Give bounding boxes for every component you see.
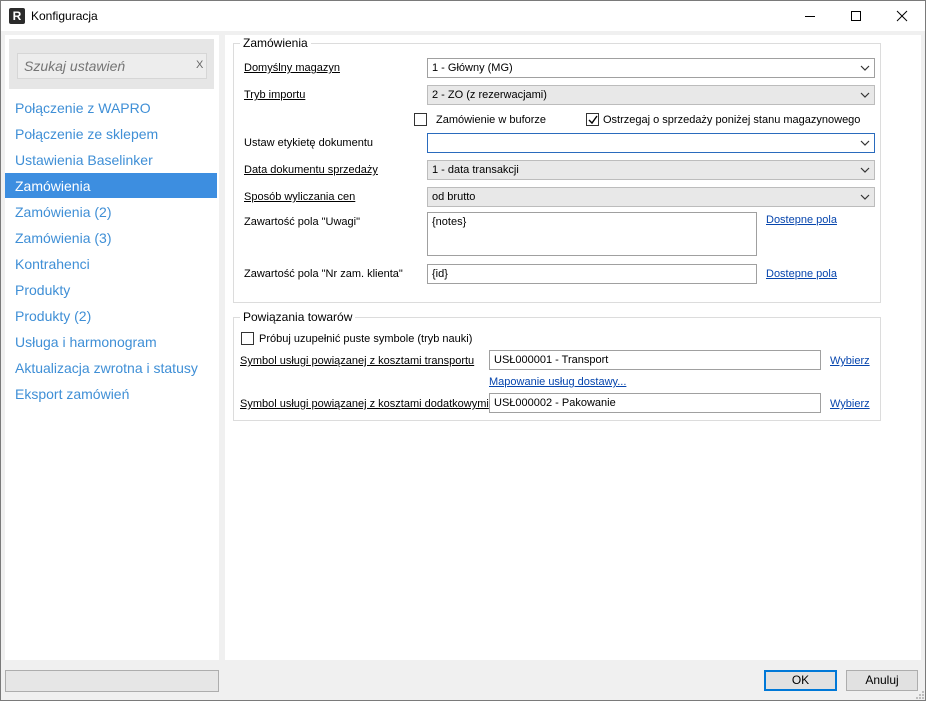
sidebar-item-produkty[interactable]: Produkty <box>5 277 217 302</box>
price-method-select[interactable]: od brutto <box>427 187 875 207</box>
app-logo-icon: R <box>9 8 25 24</box>
chevron-down-icon <box>860 140 870 146</box>
notes-field-label: Zawartość pola "Uwagi" <box>244 216 361 228</box>
transport-service-label: Symbol usługi powiązanej z kosztami tran… <box>240 355 475 367</box>
orders-group-title: Zamówienia <box>240 36 311 50</box>
warn-stock-checkbox-label: Ostrzegaj o sprzedaży poniżej stanu maga… <box>603 114 861 126</box>
minimize-icon <box>805 16 815 17</box>
client-order-no-label: Zawartość pola "Nr zam. klienta" <box>244 268 403 280</box>
default-warehouse-value: 1 - Główny (MG) <box>432 62 513 74</box>
close-icon <box>896 10 908 22</box>
transport-service-input[interactable]: USŁ000001 - Transport <box>489 350 821 370</box>
ok-button[interactable]: OK <box>764 670 837 691</box>
sale-date-select[interactable]: 1 - data transakcji <box>427 160 875 180</box>
extra-service-input[interactable]: USŁ000002 - Pakowanie <box>489 393 821 413</box>
client-order-no-available-fields-link[interactable]: Dostepne pola <box>766 268 837 280</box>
learning-mode-checkbox[interactable] <box>241 332 254 345</box>
delivery-mapping-link[interactable]: Mapowanie usług dostawy... <box>489 376 626 388</box>
transport-service-choose-link[interactable]: Wybierz <box>830 355 870 367</box>
default-warehouse-select[interactable]: 1 - Główny (MG) <box>427 58 875 78</box>
sidebar-item-produkty-2[interactable]: Produkty (2) <box>5 303 217 328</box>
price-method-label: Sposób wyliczania cen <box>244 191 356 203</box>
sidebar-item-polaczenie-z-wapro[interactable]: Połączenie z WAPRO <box>5 95 217 120</box>
title-bar: R Konfiguracja <box>1 1 925 31</box>
sale-date-value: 1 - data transakcji <box>432 164 519 176</box>
sidebar-item-zamowienia-2[interactable]: Zamówienia (2) <box>5 199 217 224</box>
chevron-down-icon <box>860 92 870 98</box>
sidebar-item-zamowienia[interactable]: Zamówienia <box>5 173 217 198</box>
sidebar-item-eksport-zamowien[interactable]: Eksport zamówień <box>5 381 217 406</box>
config-window: R Konfiguracja X Połączenie z WAPROPołąc… <box>0 0 926 701</box>
settings-sidebar: X Połączenie z WAPROPołączenie ze sklepe… <box>5 35 219 660</box>
document-label-select[interactable] <box>427 133 875 153</box>
sidebar-item-kontrahenci[interactable]: Kontrahenci <box>5 251 217 276</box>
extra-service-label: Symbol usługi powiązanej z kosztami doda… <box>240 398 489 410</box>
sale-date-label: Data dokumentu sprzedaży <box>244 164 378 176</box>
learning-mode-checkbox-label: Próbuj uzupełnić puste symbole (tryb nau… <box>259 333 473 345</box>
import-mode-value: 2 - ZO (z rezerwacjami) <box>432 89 547 101</box>
client-order-no-input[interactable]: {id} <box>427 264 757 284</box>
extra-service-choose-link[interactable]: Wybierz <box>830 398 870 410</box>
buffer-checkbox-label: Zamówienie w buforze <box>436 114 547 126</box>
search-input[interactable] <box>17 53 207 79</box>
sidebar-footer-bar <box>5 670 219 692</box>
chevron-down-icon <box>860 194 870 200</box>
chevron-down-icon <box>860 65 870 71</box>
window-title: Konfiguracja <box>31 9 98 23</box>
document-label-label: Ustaw etykietę dokumentu <box>244 137 374 149</box>
product-links-group: Powiązania towarów Próbuj uzupełnić pust… <box>233 310 881 421</box>
checkmark-icon <box>588 115 598 125</box>
buffer-checkbox[interactable] <box>414 113 427 126</box>
import-mode-label: Tryb importu <box>244 89 306 101</box>
price-method-value: od brutto <box>432 191 476 203</box>
chevron-down-icon <box>860 167 870 173</box>
default-warehouse-label: Domyślny magazyn <box>244 62 340 74</box>
notes-textarea[interactable]: {notes} <box>427 212 757 256</box>
close-button[interactable] <box>879 1 925 31</box>
cancel-button[interactable]: Anuluj <box>846 670 918 691</box>
resize-grip-icon[interactable] <box>915 690 925 700</box>
search-panel: X <box>9 39 214 89</box>
orders-group: Zamówienia Domyślny magazyn 1 - Główny (… <box>233 36 881 303</box>
sidebar-item-aktualizacja-zwrotna-i-statusy[interactable]: Aktualizacja zwrotna i statusy <box>5 355 217 380</box>
sidebar-item-polaczenie-ze-sklepem[interactable]: Połączenie ze sklepem <box>5 121 217 146</box>
notes-available-fields-link[interactable]: Dostepne pola <box>766 214 837 226</box>
minimize-button[interactable] <box>787 1 833 31</box>
import-mode-select[interactable]: 2 - ZO (z rezerwacjami) <box>427 85 875 105</box>
search-clear-button[interactable]: X <box>196 59 203 71</box>
product-links-group-title: Powiązania towarów <box>240 310 356 324</box>
warn-stock-checkbox[interactable] <box>586 113 599 126</box>
sidebar-item-zamowienia-3[interactable]: Zamówienia (3) <box>5 225 217 250</box>
sidebar-item-usluga-i-harmonogram[interactable]: Usługa i harmonogram <box>5 329 217 354</box>
sidebar-item-ustawienia-baselinker[interactable]: Ustawienia Baselinker <box>5 147 217 172</box>
settings-content: Zamówienia Domyślny magazyn 1 - Główny (… <box>225 35 921 660</box>
maximize-icon <box>851 11 861 21</box>
maximize-button[interactable] <box>833 1 879 31</box>
